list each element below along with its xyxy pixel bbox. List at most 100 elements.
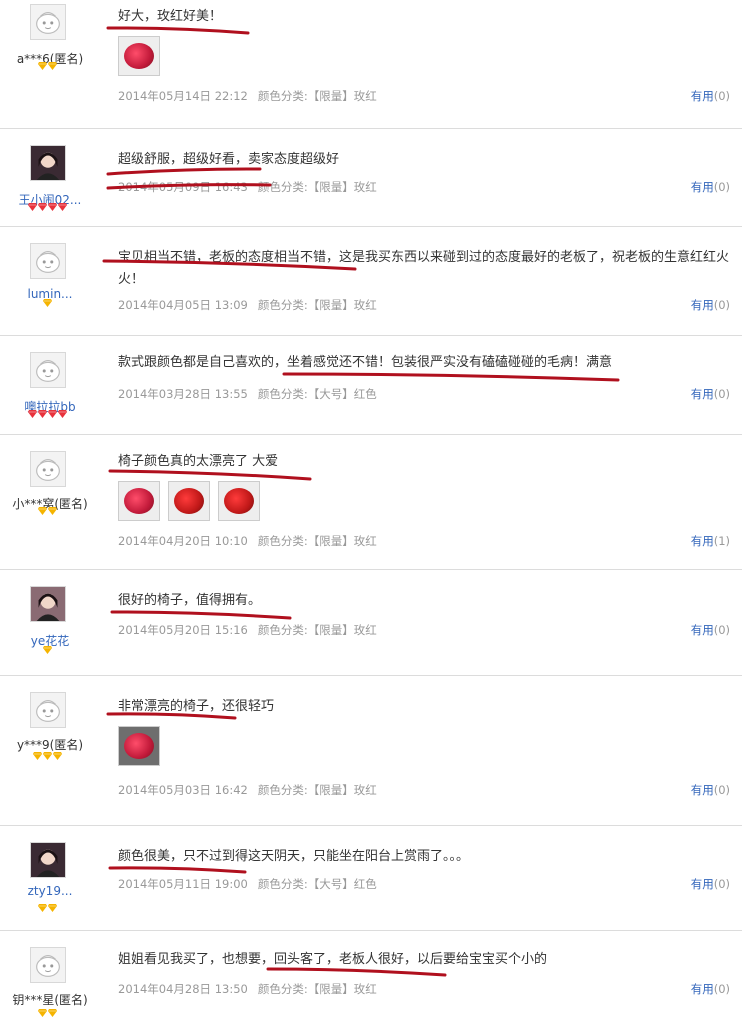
- review-date: 2014年05月03日 16:42: [118, 783, 248, 797]
- red-gem-icon: [48, 410, 57, 418]
- variant-value: 【限量】玫红: [307, 89, 377, 103]
- gold-gem-icon: [33, 752, 42, 760]
- useful-button[interactable]: 有用: [691, 982, 714, 996]
- useful-vote[interactable]: 有用(0): [691, 876, 730, 892]
- useful-vote[interactable]: 有用(0): [691, 88, 730, 104]
- review-text: 宝贝相当不错，老板的态度相当不错，这是我买东西以来碰到过的态度最好的老板了，祝老…: [118, 250, 730, 287]
- user-avatar[interactable]: [30, 692, 66, 728]
- username: y***9(匿名): [16, 738, 84, 752]
- user-avatar[interactable]: [30, 586, 66, 622]
- useful-count: (0): [713, 623, 730, 637]
- useful-vote[interactable]: 有用(0): [691, 622, 730, 638]
- review-photos: [118, 481, 260, 521]
- red-gem-icon: [58, 410, 67, 418]
- buyer-rank: [43, 299, 52, 308]
- review-text: 款式跟颜色都是自己喜欢的，坐着感觉还不错！包装很严实没有磕磕碰碰的毛病！满意: [118, 355, 613, 370]
- review-date: 2014年05月09日 16:43: [118, 180, 248, 194]
- variant-label: 颜色分类:: [257, 534, 308, 548]
- useful-vote[interactable]: 有用(0): [691, 782, 730, 798]
- useful-count: (0): [713, 298, 730, 312]
- useful-button[interactable]: 有用: [691, 534, 714, 548]
- review-meta: 2014年05月11日 19:00 颜色分类:【大号】红色: [118, 876, 387, 892]
- buyer-rank: [38, 507, 57, 516]
- gold-gem-icon: [53, 752, 62, 760]
- user-avatar[interactable]: [30, 145, 66, 181]
- review-item: 钥***星(匿名) 姐姐看见我买了，也想要，回头客了，老板人很好，以后要给宝宝买个…: [0, 931, 742, 1028]
- user-avatar[interactable]: [30, 4, 66, 40]
- review-meta: 2014年04月28日 13:50 颜色分类:【限量】玫红: [118, 981, 387, 997]
- useful-button[interactable]: 有用: [691, 623, 714, 637]
- review-text: 超级舒服，超级好看，卖家态度超级好: [118, 152, 340, 167]
- useful-button[interactable]: 有用: [691, 298, 714, 312]
- user-avatar[interactable]: [30, 352, 66, 388]
- review-item: lumin... 宝贝相当不错，老板的态度相当不错，这是我买东西以来碰到过的态度最…: [0, 227, 742, 335]
- red-gem-icon: [28, 410, 37, 418]
- user-avatar[interactable]: [30, 947, 66, 983]
- gold-gem-icon: [38, 62, 47, 70]
- useful-button[interactable]: 有用: [691, 877, 714, 891]
- variant-label: 颜色分类:: [257, 298, 308, 312]
- variant-value: 【限量】玫红: [307, 623, 377, 637]
- red-gem-icon: [58, 203, 67, 211]
- review-date: 2014年03月28日 13:55: [118, 387, 248, 401]
- review-photo-thumbnail[interactable]: [218, 481, 260, 521]
- variant-value: 【限量】玫红: [307, 783, 377, 797]
- review-date: 2014年05月20日 15:16: [118, 623, 248, 637]
- useful-vote[interactable]: 有用(0): [691, 386, 730, 402]
- gold-gem-icon: [38, 904, 47, 912]
- useful-count: (0): [713, 89, 730, 103]
- gold-gem-icon: [48, 1009, 57, 1017]
- review-text: 颜色很美，只不过到得这天阴天，只能坐在阳台上赏雨了。。。: [118, 849, 470, 864]
- review-photo-thumbnail[interactable]: [118, 481, 160, 521]
- username[interactable]: zty19...: [0, 884, 100, 898]
- variant-label: 颜色分类:: [257, 982, 308, 996]
- user-avatar[interactable]: [30, 243, 66, 279]
- buyer-rank: [38, 1009, 57, 1018]
- useful-button[interactable]: 有用: [691, 387, 714, 401]
- useful-count: (0): [713, 387, 730, 401]
- buyer-rank: [33, 752, 62, 761]
- red-gem-icon: [38, 203, 47, 211]
- review-text: 很好的椅子，值得拥有。: [118, 593, 262, 608]
- red-gem-icon: [28, 203, 37, 211]
- buyer-rank: [28, 410, 67, 419]
- variant-label: 颜色分类:: [257, 783, 308, 797]
- useful-vote[interactable]: 有用(0): [691, 297, 730, 313]
- review-item: ye花花 很好的椅子，值得拥有。 2014年05月20日 15:16 颜色分类:【限量…: [0, 570, 742, 675]
- review-item: a***6(匿名) 好大，玫红好美！ 2014年05月14日 22:12 颜色分类:【…: [0, 0, 742, 128]
- review-item: zty19... 颜色很美，只不过到得这天阴天，只能坐在阳台上赏雨了。。。 2014…: [0, 826, 742, 930]
- gold-gem-icon: [43, 752, 52, 760]
- review-item: 王小闹02... 超级舒服，超级好看，卖家态度超级好 2014年05月09日 16:…: [0, 129, 742, 226]
- user-avatar[interactable]: [30, 451, 66, 487]
- variant-label: 颜色分类:: [257, 877, 308, 891]
- review-date: 2014年04月28日 13:50: [118, 982, 248, 996]
- review-meta: 2014年05月14日 22:12 颜色分类:【限量】玫红: [118, 88, 387, 104]
- review-photo-thumbnail[interactable]: [118, 36, 160, 76]
- buyer-rank: [43, 646, 52, 655]
- useful-vote[interactable]: 有用(0): [691, 179, 730, 195]
- variant-value: 【大号】红色: [307, 387, 377, 401]
- useful-vote[interactable]: 有用(0): [691, 981, 730, 997]
- useful-button[interactable]: 有用: [691, 180, 714, 194]
- useful-button[interactable]: 有用: [691, 783, 714, 797]
- gold-gem-icon: [38, 507, 47, 515]
- useful-button[interactable]: 有用: [691, 89, 714, 103]
- review-item: 小***窝(匿名) 椅子颜色真的太漂亮了 大爱 2014年04月20日 10:10 颜…: [0, 435, 742, 569]
- variant-label: 颜色分类:: [257, 387, 308, 401]
- red-gem-icon: [38, 410, 47, 418]
- gold-gem-icon: [38, 1009, 47, 1017]
- review-photo-thumbnail[interactable]: [118, 726, 160, 766]
- review-meta: 2014年05月03日 16:42 颜色分类:【限量】玫红: [118, 782, 387, 798]
- review-meta: 2014年05月20日 15:16 颜色分类:【限量】玫红: [118, 622, 387, 638]
- useful-count: (0): [713, 982, 730, 996]
- review-meta: 2014年04月20日 10:10 颜色分类:【限量】玫红: [118, 533, 387, 549]
- buyer-rank: [38, 62, 57, 71]
- review-text: 椅子颜色真的太漂亮了 大爱: [118, 454, 279, 469]
- variant-value: 【大号】红色: [307, 877, 377, 891]
- useful-vote[interactable]: 有用(1): [691, 533, 730, 549]
- gold-gem-icon: [48, 507, 57, 515]
- review-text: 好大，玫红好美！: [118, 9, 223, 24]
- user-avatar[interactable]: [30, 842, 66, 878]
- review-photo-thumbnail[interactable]: [168, 481, 210, 521]
- review-text: 非常漂亮的椅子，还很轻巧: [118, 699, 275, 714]
